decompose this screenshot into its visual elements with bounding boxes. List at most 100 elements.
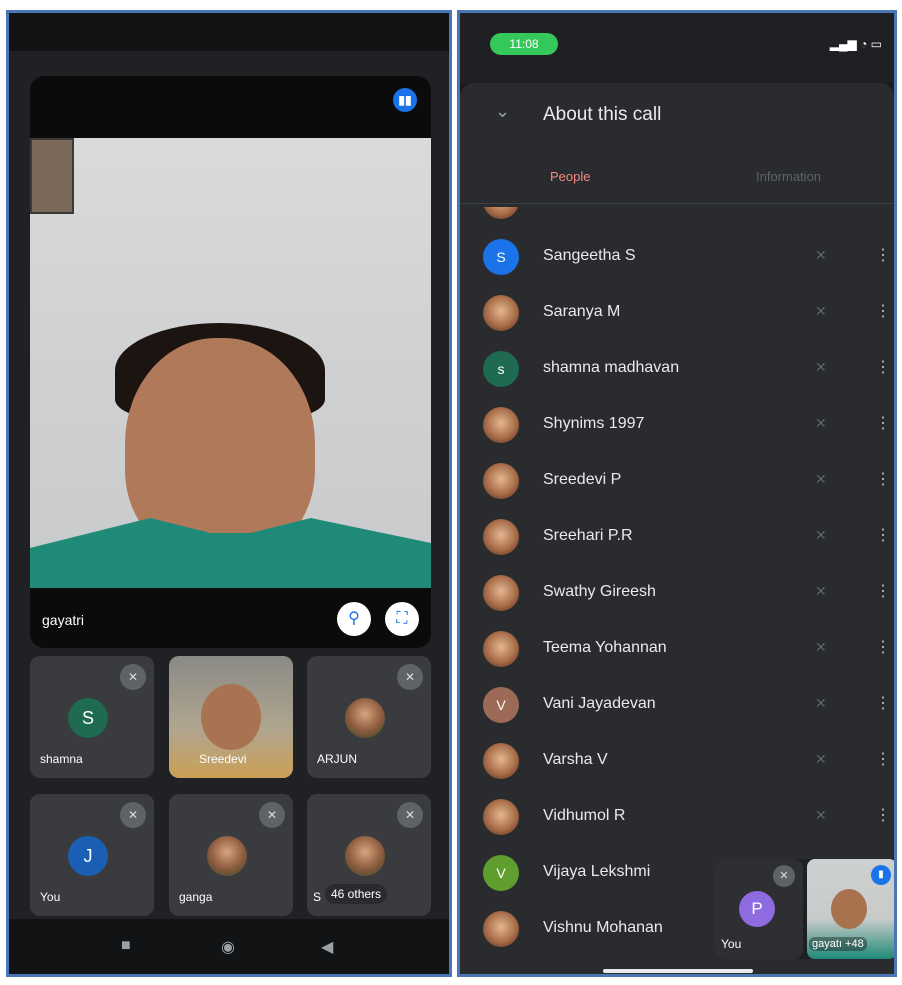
participant-row[interactable]: Shynims 1997 ✕ ⋮ [460,393,894,449]
participant-face [201,684,261,750]
more-options-icon[interactable]: ⋮ [875,469,891,489]
participant-row[interactable]: s shamna madhavan ✕ ⋮ [460,337,894,393]
avatar [483,575,519,611]
speaking-indicator-icon: ▮ [871,865,891,885]
speaker-video [30,138,431,588]
more-options-icon[interactable]: ⋮ [875,207,891,209]
more-options-icon[interactable]: ⋮ [875,357,891,377]
pin-icon: ⚲ [348,610,360,627]
status-time: 11:08 [490,33,558,55]
meet-call-screen: ▮▮ gayatri ⚲ ⛶ ✕ S shamna Sreedevi ✕ ARJ… [6,10,452,977]
pip-preview[interactable]: ✕ P You ▮ gayatı +48 [715,859,894,959]
pip-speaker-tile: ▮ gayatı +48 [807,859,894,959]
more-options-icon[interactable]: ⋮ [875,805,891,825]
pin-button[interactable]: ⚲ [337,602,371,636]
main-speaker-name: gayatri [42,612,85,628]
more-options-icon[interactable]: ⋮ [875,525,891,545]
back-icon[interactable]: ◀ [321,937,333,957]
participant-tile-shamna[interactable]: ✕ S shamna [30,656,154,778]
participant-name: Sangeetha S [543,247,636,264]
mic-off-icon: ✕ [815,583,827,599]
participant-tile-sreedevi[interactable]: Sreedevi [169,656,293,778]
mic-off-icon: ✕ [815,359,827,375]
participant-row[interactable]: S Sangeetha S ✕ ⋮ [460,225,894,281]
more-options-icon[interactable]: ⋮ [875,245,891,265]
participant-tile-others[interactable]: ✕ S 46 others [307,794,431,916]
participant-tile-arjun[interactable]: ✕ ARJUN [307,656,431,778]
avatar: V [483,855,519,891]
participant-name: Sreedevi P [543,471,622,488]
more-options-icon[interactable]: ⋮ [875,301,891,321]
mic-off-icon: ✕ [397,802,423,828]
more-options-icon[interactable]: ⋮ [875,637,891,657]
avatar: V [483,687,519,723]
participant-tile-ganga[interactable]: ✕ ganga [169,794,293,916]
more-options-icon[interactable]: ⋮ [875,413,891,433]
home-indicator[interactable] [603,969,753,973]
mic-off-icon: ✕ [815,303,827,319]
participant-name: Swathy Gireesh [543,583,656,600]
mic-off-icon: ✕ [815,207,827,208]
status-bar: 11:08 ▂▄▆ ◔ ▭ [460,13,894,83]
avatar [483,295,519,331]
participant-row[interactable]: Sreehari P.R ✕ ⋮ [460,505,894,561]
main-speaker-tile[interactable]: ▮▮ gayatri ⚲ ⛶ [30,76,431,648]
participant-name: Teema Yohannan [543,639,667,656]
more-options-icon[interactable]: ⋮ [875,749,891,769]
mic-off-icon: ✕ [815,471,827,487]
avatar: s [483,351,519,387]
avatar: J [68,836,108,876]
recents-icon[interactable]: ■ [121,937,131,955]
avatar: S [68,698,108,738]
mic-off-icon: ✕ [397,664,423,690]
participant-tile-you[interactable]: ✕ J You [30,794,154,916]
mic-off-icon: ✕ [815,751,827,767]
mic-off-icon: ✕ [815,695,827,711]
avatar [483,407,519,443]
fullscreen-button[interactable]: ⛶ [385,602,419,636]
mic-off-icon: ✕ [815,247,827,263]
participant-name: ARJUN [317,752,358,766]
mic-off-icon: ✕ [815,527,827,543]
participant-name: shamna madhavan [543,359,680,376]
participant-name: Shynims 1997 [543,415,645,432]
participant-row[interactable]: V Vani Jayadevan ✕ ⋮ [460,673,894,729]
avatar [345,836,385,876]
about-call-screen: 11:08 ▂▄▆ ◔ ▭ ⌄ About this call People I… [457,10,897,977]
battery-icon: ▭ [870,37,882,51]
about-call-sheet: ⌄ About this call People Information San… [460,83,894,974]
avatar: S [483,239,519,275]
tab-divider [460,203,894,204]
avatar [483,743,519,779]
participant-row[interactable]: Saranya M ✕ ⋮ [460,281,894,337]
more-options-icon[interactable]: ⋮ [875,581,891,601]
participant-name: Sandra S Nair [543,207,644,209]
pip-self-tile: ✕ P You [715,859,803,959]
avatar [483,911,519,947]
participant-name: Saranya M [543,303,621,320]
mic-off-icon: ✕ [815,639,827,655]
participant-name: Sreehari P.R [543,527,633,544]
tab-people[interactable]: People [550,169,590,184]
participant-row[interactable]: Varsha V ✕ ⋮ [460,729,894,785]
mic-off-icon: ✕ [259,802,285,828]
sheet-title: About this call [543,104,662,125]
wall-frame [30,138,74,214]
avatar [483,463,519,499]
fullscreen-icon: ⛶ [396,610,408,627]
tab-bar: People Information [460,169,894,203]
participant-row[interactable]: Vidhumol R ✕ ⋮ [460,785,894,841]
more-options-icon[interactable]: ⋮ [875,693,891,713]
mic-off-icon: ✕ [120,802,146,828]
mic-off-icon: ✕ [773,865,795,887]
home-icon[interactable]: ◉ [221,937,235,957]
participant-row[interactable]: Swathy Gireesh ✕ ⋮ [460,561,894,617]
participant-name: Varsha V [543,751,608,768]
participant-row[interactable]: Sandra S Nair ✕ ⋮ [460,207,894,225]
participant-row[interactable]: Sreedevi P ✕ ⋮ [460,449,894,505]
tab-information[interactable]: Information [756,169,821,184]
participant-row[interactable]: Teema Yohannan ✕ ⋮ [460,617,894,673]
avatar [483,519,519,555]
chevron-down-icon[interactable]: ⌄ [495,101,510,122]
android-nav-bar: ■ ◉ ◀ [9,919,449,974]
